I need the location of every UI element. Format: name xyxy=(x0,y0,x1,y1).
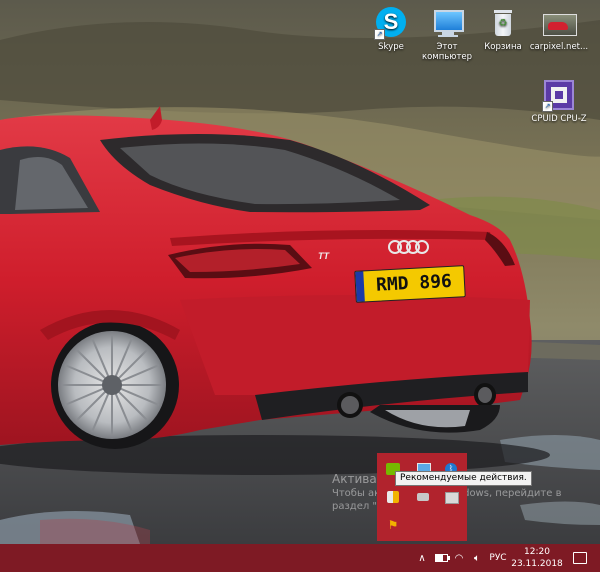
desktop-icon-recycle-bin[interactable]: ♻ Корзина xyxy=(472,6,534,52)
image-file-icon xyxy=(542,6,577,40)
clock-date: 23.11.2018 xyxy=(511,559,563,569)
wifi-icon[interactable]: ◠ xyxy=(450,544,468,572)
tray-tooltip: Рекомендуемые действия. xyxy=(395,471,532,486)
desktop-icon-this-pc[interactable]: Этот компьютер xyxy=(416,6,478,62)
language-indicator[interactable]: РУС xyxy=(486,544,510,572)
desktop-icon-label: carpixel.net... xyxy=(529,42,589,52)
car-model-badge: TT xyxy=(318,251,329,261)
taskbar: ∧ ◠ 🔈︎ РУС 12:20 23.11.2018 xyxy=(0,544,600,572)
license-plate: RMD 896 xyxy=(354,265,466,303)
notification-center-icon[interactable] xyxy=(566,544,594,572)
action-center-flag-icon[interactable]: ⚑ xyxy=(385,517,401,533)
shortcut-arrow-icon: ↗ xyxy=(542,101,553,112)
usb-icon[interactable] xyxy=(415,489,431,505)
cpuz-icon: ↗ xyxy=(542,78,576,112)
desktop-wallpaper xyxy=(0,0,600,544)
battery-icon[interactable] xyxy=(432,544,450,572)
desktop-icon-cpuz[interactable]: ↗ CPUID CPU-Z xyxy=(528,78,590,124)
security-icon[interactable] xyxy=(385,489,401,505)
tray-overflow-flyout: ᛒ ⚑ xyxy=(377,453,467,541)
desktop-icon-label: Корзина xyxy=(484,42,522,52)
tray-overflow-chevron-icon[interactable]: ∧ xyxy=(412,544,432,572)
desktop-icon-carpixel[interactable]: carpixel.net... xyxy=(528,6,590,52)
plate-number: RMD 896 xyxy=(375,270,453,296)
computer-icon xyxy=(430,6,464,40)
printer-icon[interactable] xyxy=(443,489,459,505)
desktop-icon-label: Skype xyxy=(378,42,404,52)
taskbar-clock[interactable]: 12:20 23.11.2018 xyxy=(508,544,566,572)
recycle-bin-icon: ♻ xyxy=(486,6,520,40)
desktop-icon-label: CPUID CPU-Z xyxy=(531,114,587,124)
shortcut-arrow-icon: ↗ xyxy=(374,29,385,40)
plate-eu-band xyxy=(355,271,365,302)
skype-icon: S ↗ xyxy=(374,6,408,40)
desktop-icon-label: Этот компьютер xyxy=(421,42,473,62)
clock-time: 12:20 xyxy=(524,547,550,557)
volume-icon[interactable]: 🔈︎ xyxy=(468,544,486,572)
desktop-icon-skype[interactable]: S ↗ Skype xyxy=(360,6,422,52)
